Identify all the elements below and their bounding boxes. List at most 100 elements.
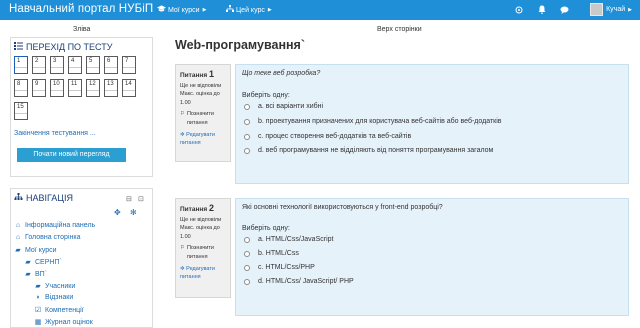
radio-button[interactable] [244, 250, 250, 257]
sitemap-icon [226, 5, 234, 15]
nav-item-course-vp[interactable]: ▰ ВП` [24, 270, 47, 279]
user-name: Кучай [606, 6, 626, 13]
region-label-left: Зліва [73, 26, 91, 33]
question-nav-button[interactable]: 15 [14, 102, 28, 120]
flag-label: Позначити питання [186, 245, 214, 260]
question-nav-button[interactable]: 14 [122, 79, 136, 97]
answer-option[interactable]: d. веб програмування не відділяють від п… [244, 147, 493, 154]
question-text: Які основні технології використовуються … [242, 204, 443, 211]
nav-item-course-sernp[interactable]: ▰ СЕРНП` [24, 258, 62, 267]
nav-item-label: Інформаційна панель [25, 222, 96, 229]
question-max-grade: Макс. оцінка до 1.00 [180, 91, 220, 106]
dock-icon[interactable]: ⊡ [138, 195, 144, 203]
question-nav-button[interactable]: 6 [104, 56, 118, 74]
question-nav-button[interactable]: 5 [86, 56, 100, 74]
nav-item-competencies[interactable]: ☑ Компетенції [34, 306, 84, 315]
question-text: Що теке веб розробка? [242, 70, 321, 77]
flag-question-toggle[interactable]: ⚐ Позначити питання [180, 110, 226, 127]
this-course-label: Цей курс [236, 6, 265, 14]
question-number: Питання 1 [180, 69, 214, 79]
chevron-down-icon: ▶ [628, 6, 632, 13]
answer-label: c. HTML/Css/PHP [258, 264, 315, 271]
user-menu[interactable]: Кучай ▶ [590, 3, 632, 16]
answer-label: d. веб програмування не відділяють від п… [258, 147, 494, 154]
edit-question-link[interactable]: ✲ Редагувати питання [180, 265, 226, 282]
nav-item-dashboard[interactable]: ⌂ Інформаційна панель [14, 222, 95, 229]
question-info-panel: Питання 1 Ще не відповіли Макс. оцінка д… [175, 64, 231, 162]
radio-button[interactable] [244, 264, 250, 271]
answer-option[interactable]: a. HTML/Css/JavaScript [244, 236, 333, 243]
question-nav-button[interactable]: 10 [50, 79, 64, 97]
question-nav-button[interactable]: 8 [14, 79, 28, 97]
start-new-preview-button[interactable]: Почати новий перегляд [17, 148, 126, 162]
region-label-top: Верх сторінки [377, 26, 422, 33]
move-icon[interactable]: ✥ [114, 208, 121, 217]
answer-option[interactable]: c. процес створення веб-додатків та веб-… [244, 133, 411, 140]
gear-icon[interactable]: ✻ [130, 208, 137, 217]
radio-button[interactable] [244, 278, 250, 285]
nav-item-my-courses[interactable]: ▰ Мої курси [14, 246, 56, 255]
flag-icon: ⚐ [180, 245, 185, 252]
answer-label: d. HTML/Css/ JavaScript/ PHP [258, 278, 354, 285]
folder-icon: ▰ [15, 247, 21, 254]
question-info-panel: Питання 2 Ще не відповіли Макс. оцінка д… [175, 198, 231, 298]
question-nav-button[interactable]: 13 [104, 79, 118, 97]
nav-item-grades[interactable]: ▦ Журнал оцінок [34, 318, 93, 327]
question-nav-button[interactable]: 3 [50, 56, 64, 74]
shield-icon: ◗ [35, 294, 41, 301]
this-course-menu[interactable]: Цей курс ▶ [226, 5, 272, 15]
flag-icon: ⚐ [180, 111, 185, 118]
nav-item-badges[interactable]: ◗ Відзнаки [34, 294, 73, 301]
sitemap-icon [14, 193, 23, 203]
collapse-icon[interactable]: ⊟ [126, 195, 132, 203]
question-nav-button[interactable]: 4 [68, 56, 82, 74]
nav-item-participants[interactable]: ▰ Учасники [34, 282, 76, 291]
answer-option[interactable]: c. HTML/Css/PHP [244, 264, 315, 271]
quiz-navigation-block: ПЕРЕХІД ПО ТЕСТУ 1 2 3 4 5 6 7 8 9 10 11… [10, 37, 153, 177]
radio-button[interactable] [244, 118, 250, 125]
users-icon: ▰ [35, 283, 41, 290]
nav-item-home[interactable]: ⌂ Головна сторінка [14, 234, 81, 241]
gear-icon: ✲ [180, 265, 185, 272]
question-nav-button[interactable]: 9 [32, 79, 46, 97]
navigation-title: НАВІГАЦІЯ [14, 193, 73, 203]
radio-button[interactable] [244, 236, 250, 243]
nav-item-label: Компетенції [45, 306, 84, 314]
navigation-block: НАВІГАЦІЯ ⊟ ⊡ ✥ ✻ ⌂ Інформаційна панель … [10, 188, 153, 328]
finish-attempt-link[interactable]: Закінчення тестування ... [14, 130, 96, 137]
answer-option[interactable]: a. всі варіанти хибні [244, 103, 323, 110]
my-courses-menu[interactable]: Мої курси ▶ [157, 5, 206, 15]
bell-icon[interactable] [537, 4, 547, 15]
question-nav-button[interactable]: 12 [86, 79, 100, 97]
question-prompt: Виберіть одну: [242, 225, 290, 232]
question-nav-button[interactable]: 2 [32, 56, 46, 74]
navigation-label: НАВІГАЦІЯ [26, 193, 73, 203]
graduation-cap-icon [157, 5, 166, 15]
answer-option[interactable]: b. HTML/Css [244, 250, 299, 257]
question-content-panel: Що теке веб розробка? Виберіть одну: a. … [235, 64, 629, 184]
edit-question-label: Редагувати питання [180, 131, 215, 147]
question-nav-button[interactable]: 11 [68, 79, 82, 97]
answer-label: a. HTML/Css/JavaScript [258, 236, 334, 243]
nav-item-label: Учасники [45, 282, 76, 290]
home-icon: ⌂ [15, 222, 21, 229]
edit-question-link[interactable]: ✲ Редагувати питання [180, 131, 226, 148]
question-nav-button[interactable]: 7 [122, 56, 136, 74]
answer-option[interactable]: d. HTML/Css/ JavaScript/ PHP [244, 278, 354, 285]
answer-option[interactable]: b. проектування призначених для користув… [244, 118, 502, 125]
search-icon[interactable] [514, 4, 524, 15]
question-content-panel: Які основні технології використовуються … [235, 198, 629, 316]
radio-button[interactable] [244, 133, 250, 140]
answer-label: b. HTML/Css [258, 250, 299, 257]
flag-question-toggle[interactable]: ⚐ Позначити питання [180, 244, 226, 261]
question-prompt: Виберіть одну: [242, 92, 290, 99]
chevron-down-icon: ▶ [267, 7, 272, 13]
gear-icon: ✲ [180, 131, 185, 138]
nav-item-label: Головна сторінка [25, 234, 81, 241]
chat-icon[interactable] [559, 4, 569, 15]
radio-button[interactable] [244, 147, 250, 154]
radio-button[interactable] [244, 103, 250, 110]
site-brand[interactable]: Навчальний портал НУБіП [9, 3, 153, 15]
answer-label: c. процес створення веб-додатків та веб-… [258, 133, 412, 140]
question-nav-button[interactable]: 1 [14, 56, 28, 74]
